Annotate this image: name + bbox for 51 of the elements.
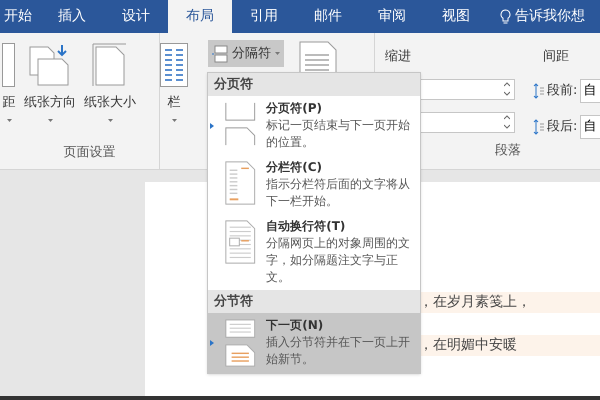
- group-label: 段落: [495, 142, 522, 160]
- menu-item[interactable]: 分页符(P) 标记一页结束与下一页开始的位置。: [208, 96, 420, 155]
- menu-item-title: 分页符(P): [266, 100, 323, 117]
- ribbon-tab[interactable]: 开始: [0, 0, 40, 33]
- menu-item[interactable]: 分栏符(C) 指示分栏符后面的文字将从下一栏开始。: [208, 155, 420, 214]
- menu-item-description: 分隔网页上的对象周围的文字，如分隔题注文字与正文。: [266, 235, 412, 286]
- ribbon-tab[interactable]: 插入: [40, 0, 104, 33]
- menu-item-title: 自动换行符(T): [266, 218, 346, 235]
- menu-section-heading: 分页符: [208, 73, 420, 96]
- spacing-field-label: 段后:: [547, 118, 578, 136]
- ribbon-button[interactable]: 栏: [160, 43, 188, 122]
- breaks-button[interactable]: 分隔符: [208, 40, 284, 67]
- spacing-label: 间距: [543, 48, 570, 66]
- spacing-field[interactable]: 自: [580, 114, 600, 138]
- spin-arrows-icon: [504, 82, 510, 96]
- ribbon-tab[interactable]: 引用: [232, 0, 296, 33]
- ribbon-button[interactable]: 纸张方向: [24, 43, 76, 122]
- caret-icon: [275, 52, 280, 55]
- menu-item-title: 分栏符(C): [266, 159, 323, 176]
- caret-icon: [6, 118, 12, 122]
- menu-item-title: 下一页(N): [266, 317, 324, 334]
- caret-icon: [48, 118, 52, 122]
- spacing-field-label: 段前:: [547, 82, 578, 100]
- ribbon-button[interactable]: 纸张大小: [84, 43, 136, 122]
- caret-icon: [172, 118, 176, 122]
- columns-icon: [160, 43, 188, 87]
- spin-arrows-icon: [504, 115, 510, 130]
- ribbon-button[interactable]: 距: [2, 43, 16, 122]
- pointer-triangle-icon: [210, 340, 214, 346]
- ribbon-tab[interactable]: 布局: [168, 0, 232, 33]
- tell-me-search[interactable]: 告诉我你想: [515, 6, 585, 27]
- ribbon-tab[interactable]: 审阅: [360, 0, 424, 33]
- breaks-icon: [212, 44, 228, 62]
- spacing-field[interactable]: 自: [580, 78, 600, 102]
- pointer-triangle-icon: [210, 122, 214, 128]
- group-label: 页面设置: [62, 144, 116, 162]
- menu-item[interactable]: 自动换行符(T) 分隔网页上的对象周围的文字，如分隔题注文字与正文。: [208, 214, 420, 290]
- spacing-icon: [533, 82, 544, 98]
- caret-icon: [108, 118, 112, 122]
- indent-label: 缩进: [385, 48, 412, 66]
- menu-section-heading: 分节符: [208, 290, 420, 313]
- ribbon-tab[interactable]: 设计: [104, 0, 168, 33]
- menu-item[interactable]: 下一页(N) 插入分节符并在下一页上开始新节。: [208, 313, 420, 373]
- spacing-icon: [533, 118, 544, 134]
- lightbulb-icon: [500, 8, 511, 24]
- menu-item-description: 插入分节符并在下一页上开始新节。: [266, 334, 412, 368]
- menu-item-description: 标记一页结束与下一页开始的位置。: [266, 117, 412, 151]
- page-size-icon: [92, 43, 128, 87]
- ribbon-tab[interactable]: 邮件: [296, 0, 360, 33]
- menu-item-description: 指示分栏符后面的文字将从下一栏开始。: [266, 176, 412, 210]
- ribbon-tab[interactable]: 视图: [424, 0, 488, 33]
